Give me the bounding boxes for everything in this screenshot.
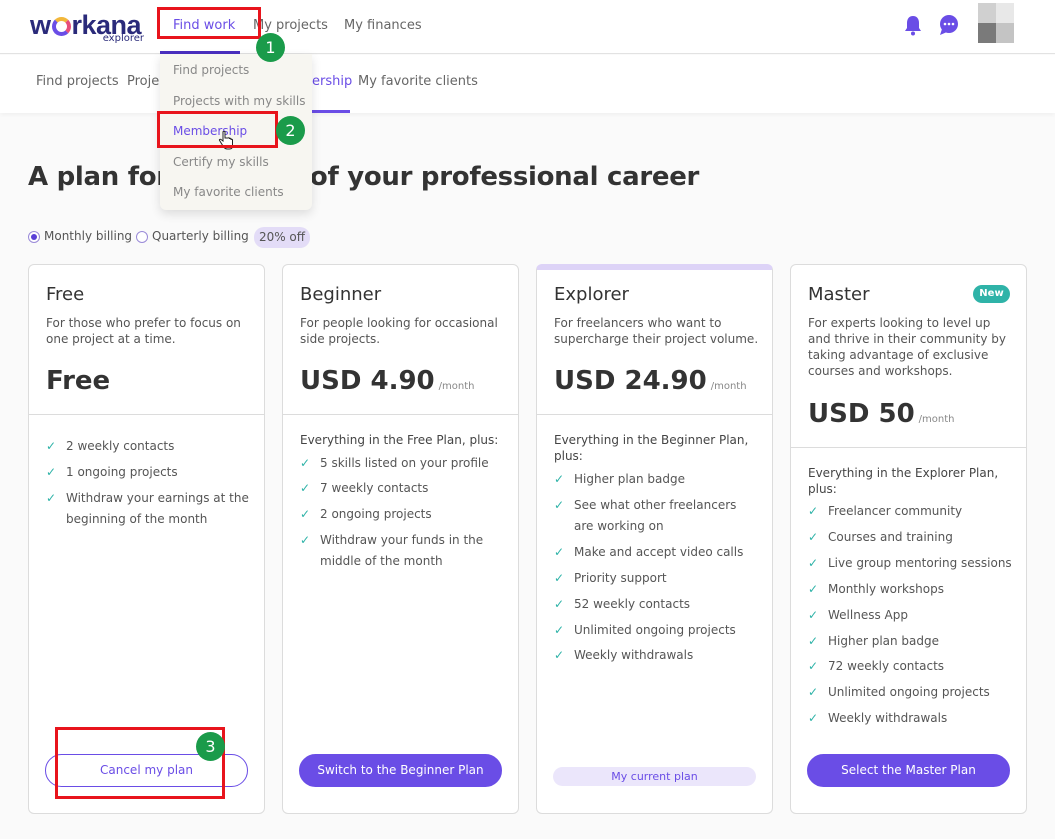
- plan-description: For experts looking to level up and thri…: [808, 316, 1006, 378]
- check-icon: ✓: [554, 623, 565, 637]
- nav-my-projects[interactable]: My projects: [253, 18, 328, 33]
- check-icon: ✓: [808, 556, 819, 570]
- check-icon: ✓: [46, 491, 57, 505]
- feature-item: ✓ 2 weekly contacts: [46, 436, 251, 457]
- workana-logo[interactable]: w rkana explorer: [30, 10, 148, 46]
- avatar[interactable]: [978, 3, 1014, 43]
- card-divider: [283, 414, 518, 415]
- subnav-find-projects[interactable]: Find projects: [36, 74, 119, 89]
- plan-description: For freelancers who want to supercharge …: [554, 316, 759, 346]
- feature-item: ✓ Weekly withdrawals: [808, 708, 1013, 729]
- annotation-badge-1: 1: [256, 33, 285, 62]
- feature-item: ✓ Live group mentoring sessions: [808, 553, 1013, 574]
- plan-price: Free: [46, 366, 111, 396]
- plan-card-explorer: Explorer For freelancers who want to sup…: [536, 264, 773, 814]
- check-icon: ✓: [300, 481, 311, 495]
- monthly-billing-label[interactable]: Monthly billing: [44, 229, 132, 243]
- plan-name: Beginner: [300, 284, 382, 305]
- subnav-my-favorite-clients[interactable]: My favorite clients: [358, 74, 478, 89]
- annotation-badge-2: 2: [276, 116, 305, 145]
- sub-nav-bar: Find projects Projec ership My favorite …: [0, 55, 1055, 113]
- check-icon: ✓: [554, 597, 565, 611]
- annotation-badge-3: 3: [196, 732, 225, 761]
- feature-item: ✓ 52 weekly contacts: [554, 594, 759, 615]
- check-icon: ✓: [808, 685, 819, 699]
- plan-description: For those who prefer to focus on one pro…: [46, 316, 241, 346]
- features-heading: Everything in the Beginner Plan, plus:: [554, 433, 749, 463]
- check-icon: ✓: [554, 472, 565, 486]
- feature-item: ✓ Weekly withdrawals: [554, 645, 759, 666]
- plan-name: Master: [808, 284, 870, 305]
- feature-item: ✓ Unlimited ongoing projects: [808, 682, 1013, 703]
- feature-item: ✓ 7 weekly contacts: [300, 478, 505, 499]
- plan-card-master: Master New For experts looking to level …: [790, 264, 1027, 814]
- check-icon: ✓: [46, 465, 57, 479]
- check-icon: ✓: [554, 498, 565, 512]
- quarterly-billing-label[interactable]: Quarterly billing: [152, 229, 249, 243]
- feature-item: ✓ 5 skills listed on your profile: [300, 453, 505, 474]
- feature-item: ✓ Priority support: [554, 568, 759, 589]
- feature-item: ✓ Withdraw your earnings at the beginning…: [46, 488, 251, 530]
- feature-item: ✓ Courses and training: [808, 527, 1013, 548]
- page-title: A plan for e of your professional career: [28, 162, 700, 192]
- feature-item: ✓ Unlimited ongoing projects: [554, 620, 759, 641]
- check-icon: ✓: [808, 582, 819, 596]
- plan-price: USD 24.90/month: [554, 366, 747, 396]
- feature-item: ✓ Withdraw your funds in the middle of th…: [300, 530, 505, 572]
- discount-badge: 20% off: [254, 227, 310, 248]
- annotation-box-1: [157, 7, 261, 39]
- select-master-button[interactable]: Select the Master Plan: [807, 754, 1010, 787]
- annotation-box-2: [157, 111, 278, 148]
- subnav-membership[interactable]: ership: [312, 74, 352, 89]
- new-badge: New: [973, 285, 1010, 303]
- card-divider: [791, 447, 1026, 448]
- dropdown-item-projects-with-my-skills[interactable]: Projects with my skills: [173, 94, 305, 108]
- quarterly-billing-radio[interactable]: [136, 231, 148, 243]
- logo-tier: explorer: [102, 33, 144, 44]
- plan-card-beginner: Beginner For people looking for occasion…: [282, 264, 519, 814]
- check-icon: ✓: [808, 711, 819, 725]
- check-icon: ✓: [808, 659, 819, 673]
- check-icon: ✓: [554, 571, 565, 585]
- check-icon: ✓: [300, 533, 311, 547]
- feature-item: ✓ Higher plan badge: [808, 631, 1013, 652]
- dropdown-item-find-projects[interactable]: Find projects: [173, 63, 249, 77]
- feature-item: ✓ Make and accept video calls: [554, 542, 759, 563]
- feature-item: ✓ See what other freelancers are working …: [554, 495, 759, 537]
- check-icon: ✓: [808, 634, 819, 648]
- feature-item: ✓ Higher plan badge: [554, 469, 759, 490]
- check-icon: ✓: [808, 504, 819, 518]
- switch-to-beginner-button[interactable]: Switch to the Beginner Plan: [299, 754, 502, 787]
- check-icon: ✓: [46, 439, 57, 453]
- plan-name: Explorer: [554, 284, 629, 305]
- features-heading: Everything in the Free Plan, plus:: [300, 433, 499, 447]
- feature-item: ✓ 1 ongoing projects: [46, 462, 251, 483]
- current-plan-label: My current plan: [553, 767, 756, 786]
- monthly-billing-radio[interactable]: [28, 231, 40, 243]
- chat-icon[interactable]: [938, 14, 960, 36]
- check-icon: ✓: [300, 507, 311, 521]
- feature-item: ✓ 2 ongoing projects: [300, 504, 505, 525]
- card-divider: [537, 414, 772, 415]
- plan-price: USD 50/month: [808, 399, 955, 429]
- plan-name: Free: [46, 284, 85, 305]
- feature-item: ✓ 72 weekly contacts: [808, 656, 1013, 677]
- card-divider: [29, 414, 264, 415]
- check-icon: ✓: [554, 545, 565, 559]
- feature-item: ✓ Wellness App: [808, 605, 1013, 626]
- features-heading: Everything in the Explorer Plan, plus:: [808, 466, 999, 496]
- check-icon: ✓: [300, 456, 311, 470]
- nav-my-finances[interactable]: My finances: [344, 18, 422, 33]
- feature-item: ✓ Freelancer community: [808, 501, 1013, 522]
- dropdown-item-certify-my-skills[interactable]: Certify my skills: [173, 155, 269, 169]
- feature-item: ✓ Monthly workshops: [808, 579, 1013, 600]
- plan-description: For people looking for occasional side p…: [300, 316, 498, 346]
- dropdown-item-my-favorite-clients[interactable]: My favorite clients: [173, 185, 284, 199]
- check-icon: ✓: [808, 608, 819, 622]
- check-icon: ✓: [808, 530, 819, 544]
- bell-icon[interactable]: [902, 14, 924, 36]
- plan-price: USD 4.90/month: [300, 366, 475, 396]
- check-icon: ✓: [554, 648, 565, 662]
